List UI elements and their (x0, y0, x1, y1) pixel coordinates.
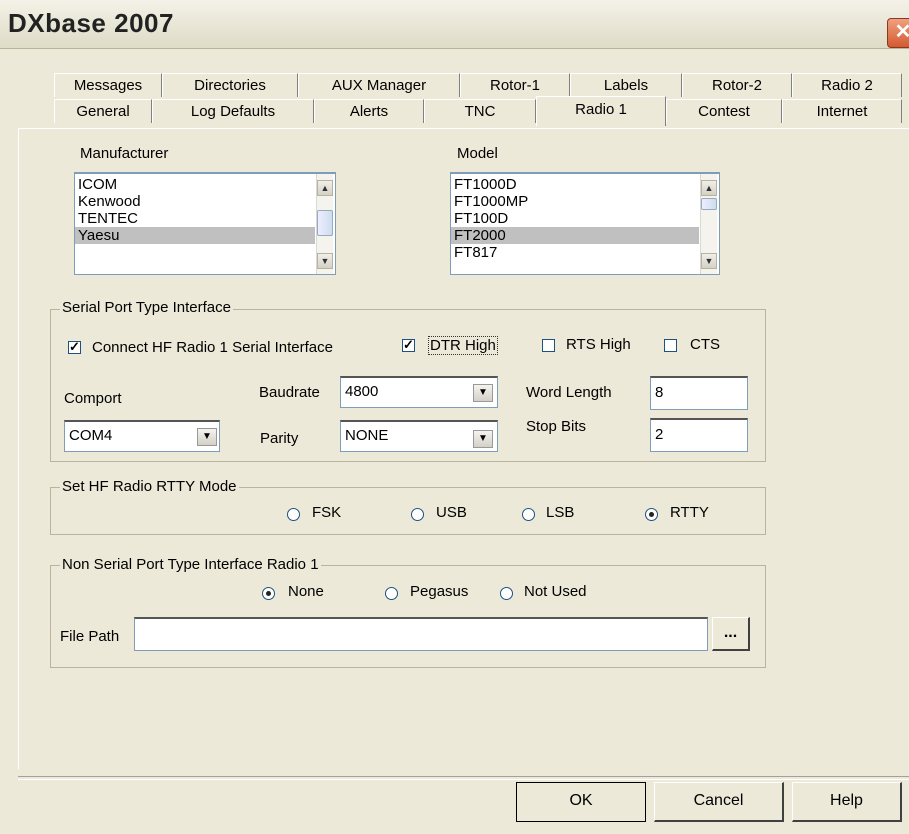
baudrate-label: Baudrate (259, 384, 320, 401)
cts-label: CTS (690, 336, 720, 353)
list-item[interactable]: FT1000D (451, 176, 699, 193)
chevron-down-icon[interactable]: ▼ (473, 384, 493, 402)
rtty-rtty-label: RTTY (670, 504, 709, 521)
title-bar: DXbase 2007 ✕ (0, 0, 909, 49)
tab-messages[interactable]: Messages (54, 73, 162, 97)
stop-bits-label: Stop Bits (526, 418, 587, 435)
tab-rotor-2[interactable]: Rotor-2 (682, 73, 792, 97)
list-item[interactable]: TENTEC (75, 210, 315, 227)
window-title: DXbase 2007 (8, 8, 174, 38)
scroll-down-icon[interactable]: ▼ (701, 253, 717, 269)
word-length-field[interactable]: 8 (650, 376, 748, 410)
connect-label: Connect HF Radio 1 Serial Interface (92, 339, 333, 356)
rtty-lsb-radio[interactable] (522, 508, 535, 521)
rts-checkbox[interactable] (542, 339, 555, 352)
manufacturer-scrollbar[interactable]: ▲ ▼ (316, 174, 333, 274)
tab-labels[interactable]: Labels (570, 73, 682, 97)
parity-label: Parity (260, 430, 299, 447)
rtty-rtty-radio[interactable] (645, 508, 658, 521)
rtty-lsb-label: LSB (546, 504, 575, 521)
close-icon[interactable]: ✕ (887, 18, 909, 48)
tab-radio-2[interactable]: Radio 2 (792, 73, 902, 97)
list-item[interactable]: FT1000MP (451, 193, 699, 210)
parity-value: NONE (345, 427, 389, 444)
scroll-up-icon[interactable]: ▲ (701, 180, 717, 196)
rts-label: RTS High (566, 336, 631, 353)
tab-directories[interactable]: Directories (162, 73, 298, 97)
browse-button[interactable]: ... (712, 617, 750, 651)
list-item-selected[interactable]: Yaesu (75, 227, 315, 244)
manufacturer-label: Manufacturer (80, 145, 169, 162)
file-path-field[interactable] (134, 617, 708, 651)
non-serial-not-used-label: Not Used (524, 583, 587, 600)
list-item[interactable]: FT100D (451, 210, 699, 227)
cts-checkbox[interactable] (664, 339, 677, 352)
cancel-button[interactable]: Cancel (654, 782, 784, 822)
parity-select[interactable]: NONE ▼ (340, 420, 498, 452)
tab-aux-manager[interactable]: AUX Manager (298, 73, 460, 97)
chevron-down-icon[interactable]: ▼ (197, 428, 217, 446)
scroll-thumb[interactable] (317, 210, 333, 236)
rtty-fsk-radio[interactable] (287, 508, 300, 521)
non-serial-pegasus-radio[interactable] (385, 587, 398, 600)
scroll-down-icon[interactable]: ▼ (317, 253, 333, 269)
tab-tnc[interactable]: TNC (424, 99, 536, 123)
tab-contest[interactable]: Contest (666, 99, 782, 123)
model-listbox[interactable]: FT1000D FT1000MP FT100D FT2000 FT817 ▲ ▼ (450, 172, 720, 275)
tab-rotor-1[interactable]: Rotor-1 (460, 73, 570, 97)
serial-port-legend: Serial Port Type Interface (60, 299, 233, 316)
tab-log-defaults[interactable]: Log Defaults (152, 99, 314, 123)
tab-radio-1[interactable]: Radio 1 (536, 96, 666, 126)
rtty-usb-label: USB (436, 504, 467, 521)
bottom-separator (18, 776, 909, 780)
baudrate-value: 4800 (345, 383, 379, 400)
file-path-label: File Path (60, 628, 120, 645)
dtr-label: DTR High (428, 336, 498, 355)
ok-button[interactable]: OK (516, 782, 646, 822)
model-scrollbar[interactable]: ▲ ▼ (700, 174, 717, 274)
tab-alerts[interactable]: Alerts (314, 99, 424, 123)
list-item-selected[interactable]: FT2000 (451, 227, 699, 244)
connect-checkbox[interactable]: ✓ (68, 340, 81, 354)
comport-value: COM4 (69, 427, 113, 444)
non-serial-pegasus-label: Pegasus (410, 583, 469, 600)
tab-internet[interactable]: Internet (782, 99, 902, 123)
list-item[interactable]: ICOM (75, 176, 315, 193)
comport-select[interactable]: COM4 ▼ (64, 420, 220, 452)
stop-bits-field[interactable]: 2 (650, 418, 748, 452)
scroll-thumb[interactable] (701, 198, 717, 210)
non-serial-none-label: None (288, 583, 324, 600)
list-item[interactable]: FT817 (451, 244, 699, 261)
dialog-window: DXbase 2007 ✕ Messages Directories AUX M… (0, 0, 909, 834)
scroll-up-icon[interactable]: ▲ (317, 180, 333, 196)
non-serial-none-radio[interactable] (262, 587, 275, 600)
manufacturer-listbox[interactable]: ICOM Kenwood TENTEC Yaesu ▲ ▼ (74, 172, 336, 275)
word-length-label: Word Length (526, 384, 612, 401)
comport-label: Comport (64, 390, 122, 407)
help-button[interactable]: Help (792, 782, 902, 822)
non-serial-legend: Non Serial Port Type Interface Radio 1 (60, 556, 321, 573)
rtty-fsk-label: FSK (312, 504, 342, 521)
chevron-down-icon[interactable]: ▼ (473, 430, 493, 448)
rtty-usb-radio[interactable] (411, 508, 424, 521)
list-item[interactable]: Kenwood (75, 193, 315, 210)
model-label: Model (457, 145, 498, 162)
rtty-mode-legend: Set HF Radio RTTY Mode (60, 478, 239, 495)
baudrate-select[interactable]: 4800 ▼ (340, 376, 498, 408)
dtr-checkbox[interactable]: ✓ (402, 338, 415, 352)
tab-general[interactable]: General (54, 99, 152, 123)
non-serial-not-used-radio[interactable] (500, 587, 513, 600)
